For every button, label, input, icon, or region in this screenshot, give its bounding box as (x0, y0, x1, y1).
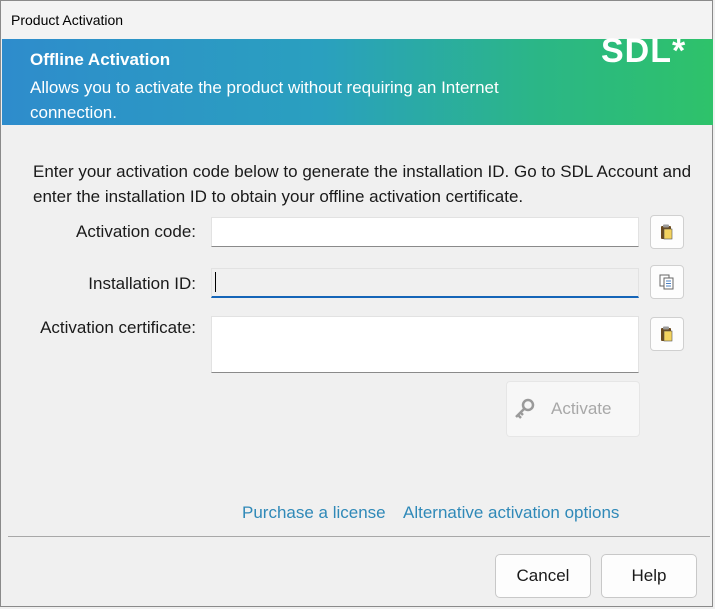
purchase-license-link[interactable]: Purchase a license (242, 503, 386, 523)
activate-button-label: Activate (551, 399, 612, 418)
key-icon (513, 397, 537, 421)
banner-description: Allows you to activate the product witho… (30, 78, 499, 122)
paste-icon (661, 224, 673, 240)
instructions-text: Enter your activation code below to gene… (33, 162, 692, 206)
banner-title: Offline Activation (30, 50, 171, 69)
activation-code-label: Activation code: (75, 222, 196, 241)
activation-certificate-label: Activation certificate: (40, 318, 196, 337)
window-title: Product Activation (11, 12, 124, 28)
installation-id-label: Installation ID: (88, 274, 196, 293)
sdl-logo: SDL* (601, 32, 686, 69)
installation-id-input[interactable] (211, 268, 639, 298)
copy-installation-id-button[interactable] (650, 265, 684, 299)
cancel-button[interactable]: Cancel (495, 554, 591, 598)
paste-icon (661, 326, 673, 342)
copy-icon (659, 274, 674, 290)
sdl-logo-text: SDL* (601, 32, 686, 69)
product-activation-window: Product Activation Offline Activation Al… (0, 0, 713, 607)
activate-button[interactable]: Activate (506, 381, 640, 437)
activation-certificate-input[interactable] (211, 316, 639, 373)
help-button[interactable]: Help (601, 554, 697, 598)
footer-divider (8, 536, 710, 537)
paste-activation-code-button[interactable] (650, 215, 684, 249)
alternative-activation-link[interactable]: Alternative activation options (403, 503, 619, 523)
paste-activation-certificate-button[interactable] (650, 317, 684, 351)
activation-code-input[interactable] (211, 217, 639, 247)
text-caret (215, 272, 216, 292)
